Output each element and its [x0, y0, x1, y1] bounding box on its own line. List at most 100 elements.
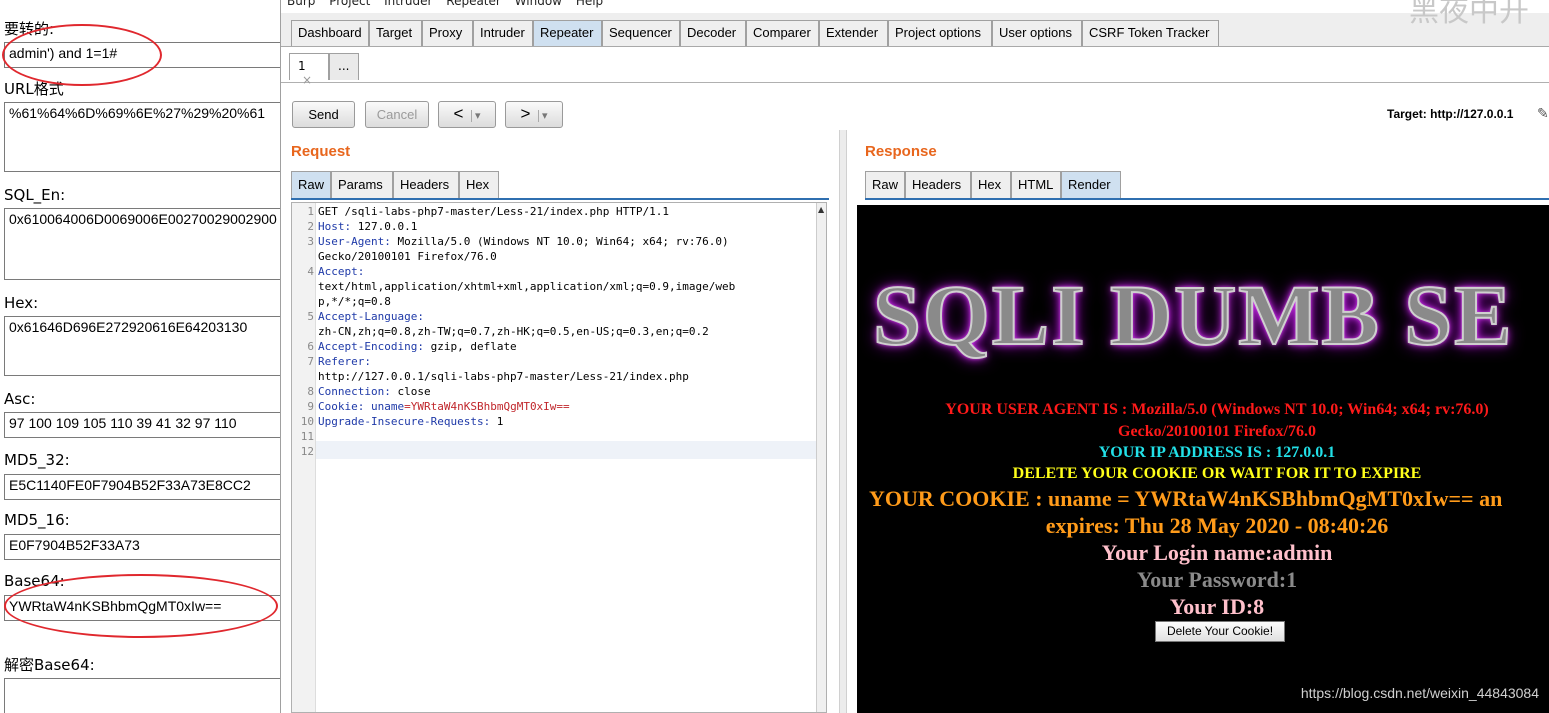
tab-dashboard[interactable]: Dashboard	[291, 20, 369, 46]
send-button[interactable]: Send	[292, 101, 355, 128]
highlight-circle	[4, 574, 278, 638]
line-number: 12	[300, 445, 314, 458]
menu-help[interactable]: Help	[576, 0, 603, 8]
tab-proxy[interactable]: Proxy	[422, 20, 473, 46]
label-md5-32: MD5_32:	[4, 451, 70, 469]
url-field[interactable]: %61%64%6D%69%6E%27%29%20%61	[4, 102, 280, 172]
request-line: http://127.0.0.1/sqli-labs-php7-master/L…	[318, 370, 689, 383]
chevron-right-icon: >	[520, 104, 531, 123]
md5-16-field[interactable]: E0F7904B52F33A73	[4, 534, 280, 560]
tab-comparer[interactable]: Comparer	[746, 20, 819, 46]
subtab-1-label: 1	[298, 59, 306, 73]
menu-bar: Burp Project Intruder Repeater Window He…	[281, 0, 607, 8]
close-icon[interactable]: ×	[302, 73, 312, 87]
tab-extender[interactable]: Extender	[819, 20, 888, 46]
cancel-button[interactable]: Cancel	[365, 101, 429, 128]
response-tab-raw[interactable]: Raw	[865, 171, 905, 198]
request-line: GET /sqli-labs-php7-master/Less-21/index…	[318, 205, 669, 218]
header-value: p,*/*;q=0.8	[318, 295, 391, 308]
menu-project[interactable]: Project	[329, 0, 370, 8]
label-sql-en: SQL_En:	[4, 186, 66, 204]
user-agent-line-1: YOUR USER AGENT IS : Mozilla/5.0 (Window…	[945, 401, 1489, 418]
request-line: Accept-Encoding: gzip, deflate	[318, 340, 517, 353]
pencil-icon[interactable]: ✎	[1537, 106, 1549, 122]
request-line: Accept:	[318, 265, 364, 278]
tab-sequencer[interactable]: Sequencer	[602, 20, 680, 46]
scroll-up-icon[interactable]: ▲	[818, 205, 824, 214]
request-line: Cookie: uname=YWRtaW4nKSBhbmQgMT0xIw==	[318, 400, 570, 413]
tab-repeater[interactable]: Repeater	[533, 20, 602, 46]
line-number: 8	[307, 385, 314, 398]
menu-window[interactable]: Window	[515, 0, 562, 8]
request-tab-params[interactable]: Params	[331, 171, 393, 198]
request-line: p,*/*;q=0.8	[318, 295, 391, 308]
dropdown-icon[interactable]: ▾	[538, 110, 548, 122]
header-value: Gecko/20100101 Firefox/76.0	[318, 250, 497, 263]
header-name: Accept-Language:	[318, 310, 424, 323]
tab-csrf-token-tracker[interactable]: CSRF Token Tracker	[1082, 20, 1219, 46]
line-number: 11	[300, 430, 314, 443]
hex-field[interactable]: 0x61646D696E272920616E64203130	[4, 316, 280, 376]
request-tab-hex[interactable]: Hex	[459, 171, 499, 198]
line-gutter	[292, 203, 316, 712]
highlight-circle	[2, 24, 162, 86]
menu-intruder[interactable]: Intruder	[384, 0, 432, 8]
asc-field[interactable]: 97 100 109 105 110 39 41 32 97 110	[4, 412, 280, 438]
response-title: Response	[865, 143, 937, 160]
tab-target[interactable]: Target	[369, 20, 422, 46]
header-name: Accept-Encoding:	[318, 340, 424, 353]
request-scrollbar[interactable]: ▲	[816, 203, 826, 712]
dropdown-icon[interactable]: ▾	[471, 110, 481, 122]
md5-32-field[interactable]: E5C1140FE0F7904B52F33A73E8CC2	[4, 474, 280, 500]
header-value: zh-CN,zh;q=0.8,zh-TW;q=0.7,zh-HK;q=0.5,e…	[318, 325, 709, 338]
split-pane-divider[interactable]	[839, 130, 847, 713]
request-line: Referer:	[318, 355, 371, 368]
divider	[865, 198, 1549, 200]
tab-decoder[interactable]: Decoder	[680, 20, 746, 46]
sqli-banner: SQLI DUMB SE	[872, 266, 1514, 364]
header-name: Upgrade-Insecure-Requests:	[318, 415, 491, 428]
request-line: Host: 127.0.0.1	[318, 220, 417, 233]
chevron-left-icon: <	[453, 104, 464, 123]
sql-en-field[interactable]: 0x610064006D0069006E00270029002900	[4, 208, 280, 280]
id-line: Your ID:8	[1169, 594, 1265, 619]
delete-cookie-notice: DELETE YOUR COOKIE OR WAIT FOR IT TO EXP…	[1012, 465, 1422, 482]
request-editor[interactable]: 1 GET /sqli-labs-php7-master/Less-21/inde…	[291, 202, 827, 713]
header-name: Accept:	[318, 265, 365, 278]
forward-button[interactable]: > ▾	[505, 101, 563, 128]
tab-project-options[interactable]: Project options	[888, 20, 992, 46]
request-line: text/html,application/xhtml+xml,applicat…	[318, 280, 735, 293]
header-value: http://127.0.0.1/sqli-labs-php7-master/L…	[318, 370, 689, 383]
header-value: 1	[490, 415, 504, 428]
subtab-new[interactable]: ...	[329, 53, 359, 80]
response-tab-html[interactable]: HTML	[1011, 171, 1061, 198]
response-tab-render[interactable]: Render	[1061, 171, 1121, 198]
header-value: GET /sqli-labs-php7-master/Less-21/index…	[318, 205, 669, 218]
request-title: Request	[291, 143, 351, 160]
request-tab-raw[interactable]: Raw	[291, 171, 331, 198]
subtab-1[interactable]: 1 ×	[289, 53, 329, 87]
decode-base64-field[interactable]	[4, 678, 280, 713]
header-name: Referer:	[318, 355, 371, 368]
cookie-line: YOUR COOKIE : uname = YWRtaW4nKSBhbmQgMT…	[869, 486, 1503, 511]
tab-intruder[interactable]: Intruder	[473, 20, 533, 46]
ip-address-line: YOUR IP ADDRESS IS : 127.0.0.1	[1098, 444, 1336, 461]
delete-cookie-button[interactable]: Delete Your Cookie!	[1155, 621, 1285, 642]
label-md5-16: MD5_16:	[4, 511, 70, 529]
menu-repeater[interactable]: Repeater	[446, 0, 501, 8]
tab-user-options[interactable]: User options	[992, 20, 1082, 46]
watermark: https://blog.csdn.net/weixin_44843084	[1300, 685, 1539, 701]
divider	[291, 198, 829, 200]
header-name: Host:	[318, 220, 352, 233]
render-view: SQLI DUMB SE YOUR USER AGENT IS : Mozill…	[857, 205, 1549, 713]
menu-burp[interactable]: Burp	[287, 0, 315, 8]
response-tab-headers[interactable]: Headers	[905, 171, 971, 198]
line-number: 7	[307, 355, 314, 368]
request-line: Accept-Language:	[318, 310, 424, 323]
request-tab-headers[interactable]: Headers	[393, 171, 459, 198]
line-number: 6	[307, 340, 314, 353]
back-button[interactable]: < ▾	[438, 101, 496, 128]
response-tab-hex[interactable]: Hex	[971, 171, 1011, 198]
header-name: User-Agent:	[318, 235, 391, 248]
label-decode-base64: 解密Base64:	[4, 656, 95, 674]
